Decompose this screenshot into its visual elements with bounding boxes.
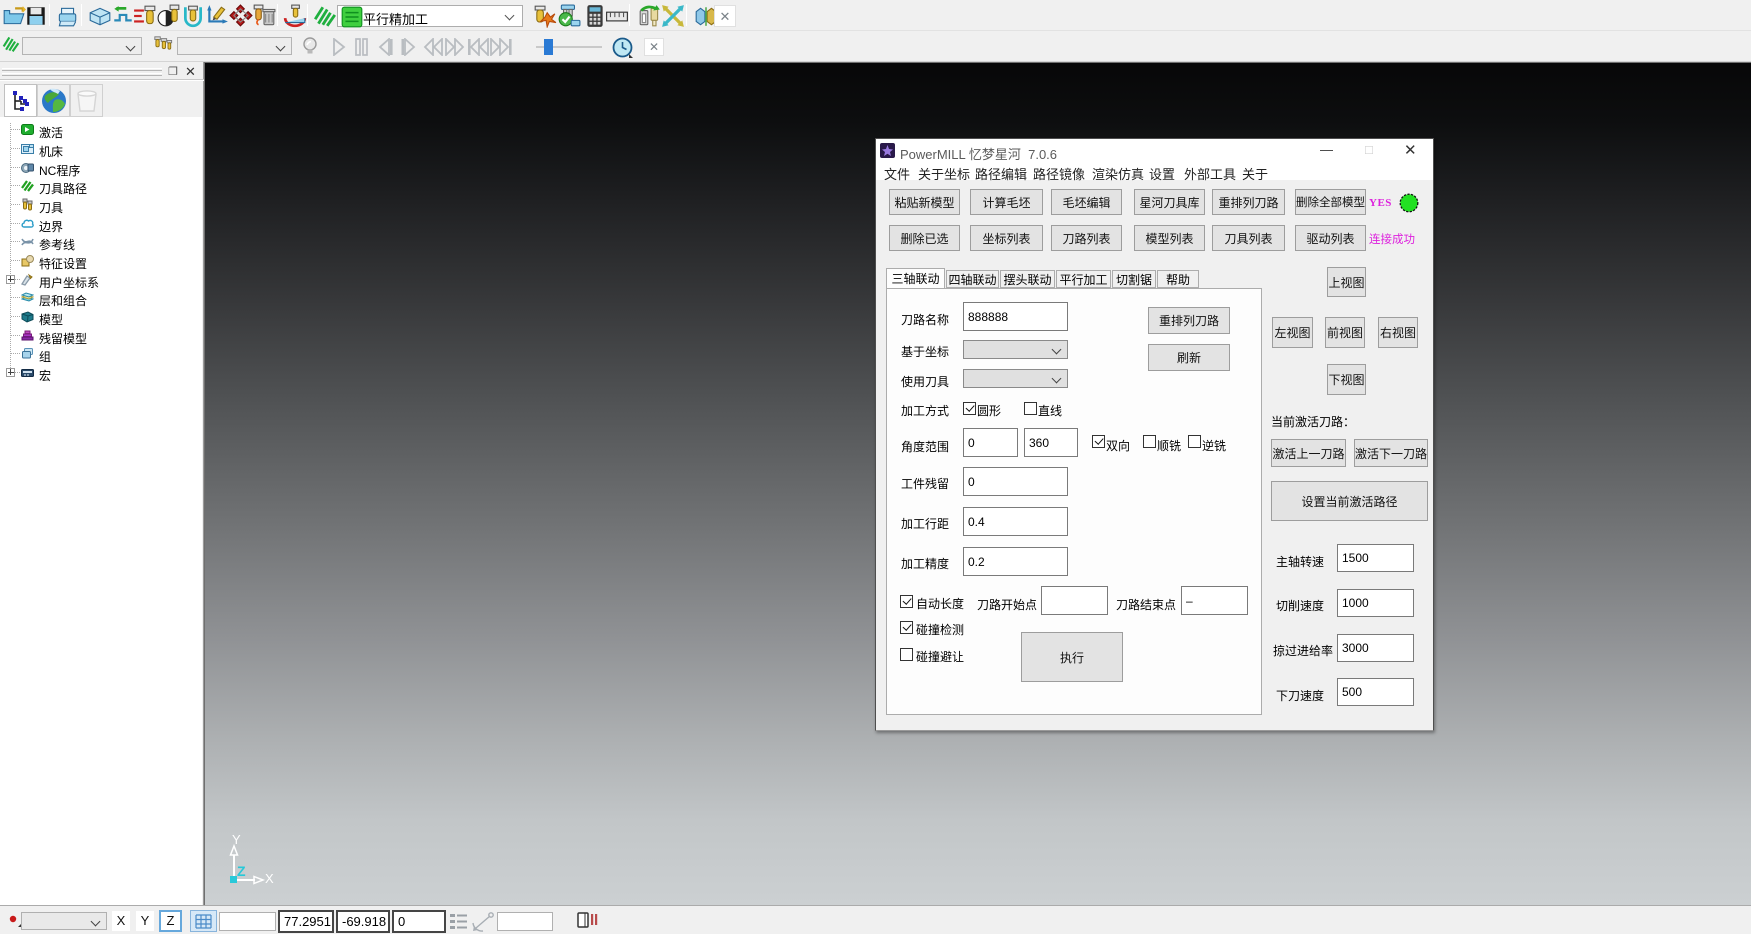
svg-text:X: X <box>265 871 274 886</box>
svg-text:Y: Y <box>232 832 241 847</box>
svg-text:Z: Z <box>237 863 246 879</box>
